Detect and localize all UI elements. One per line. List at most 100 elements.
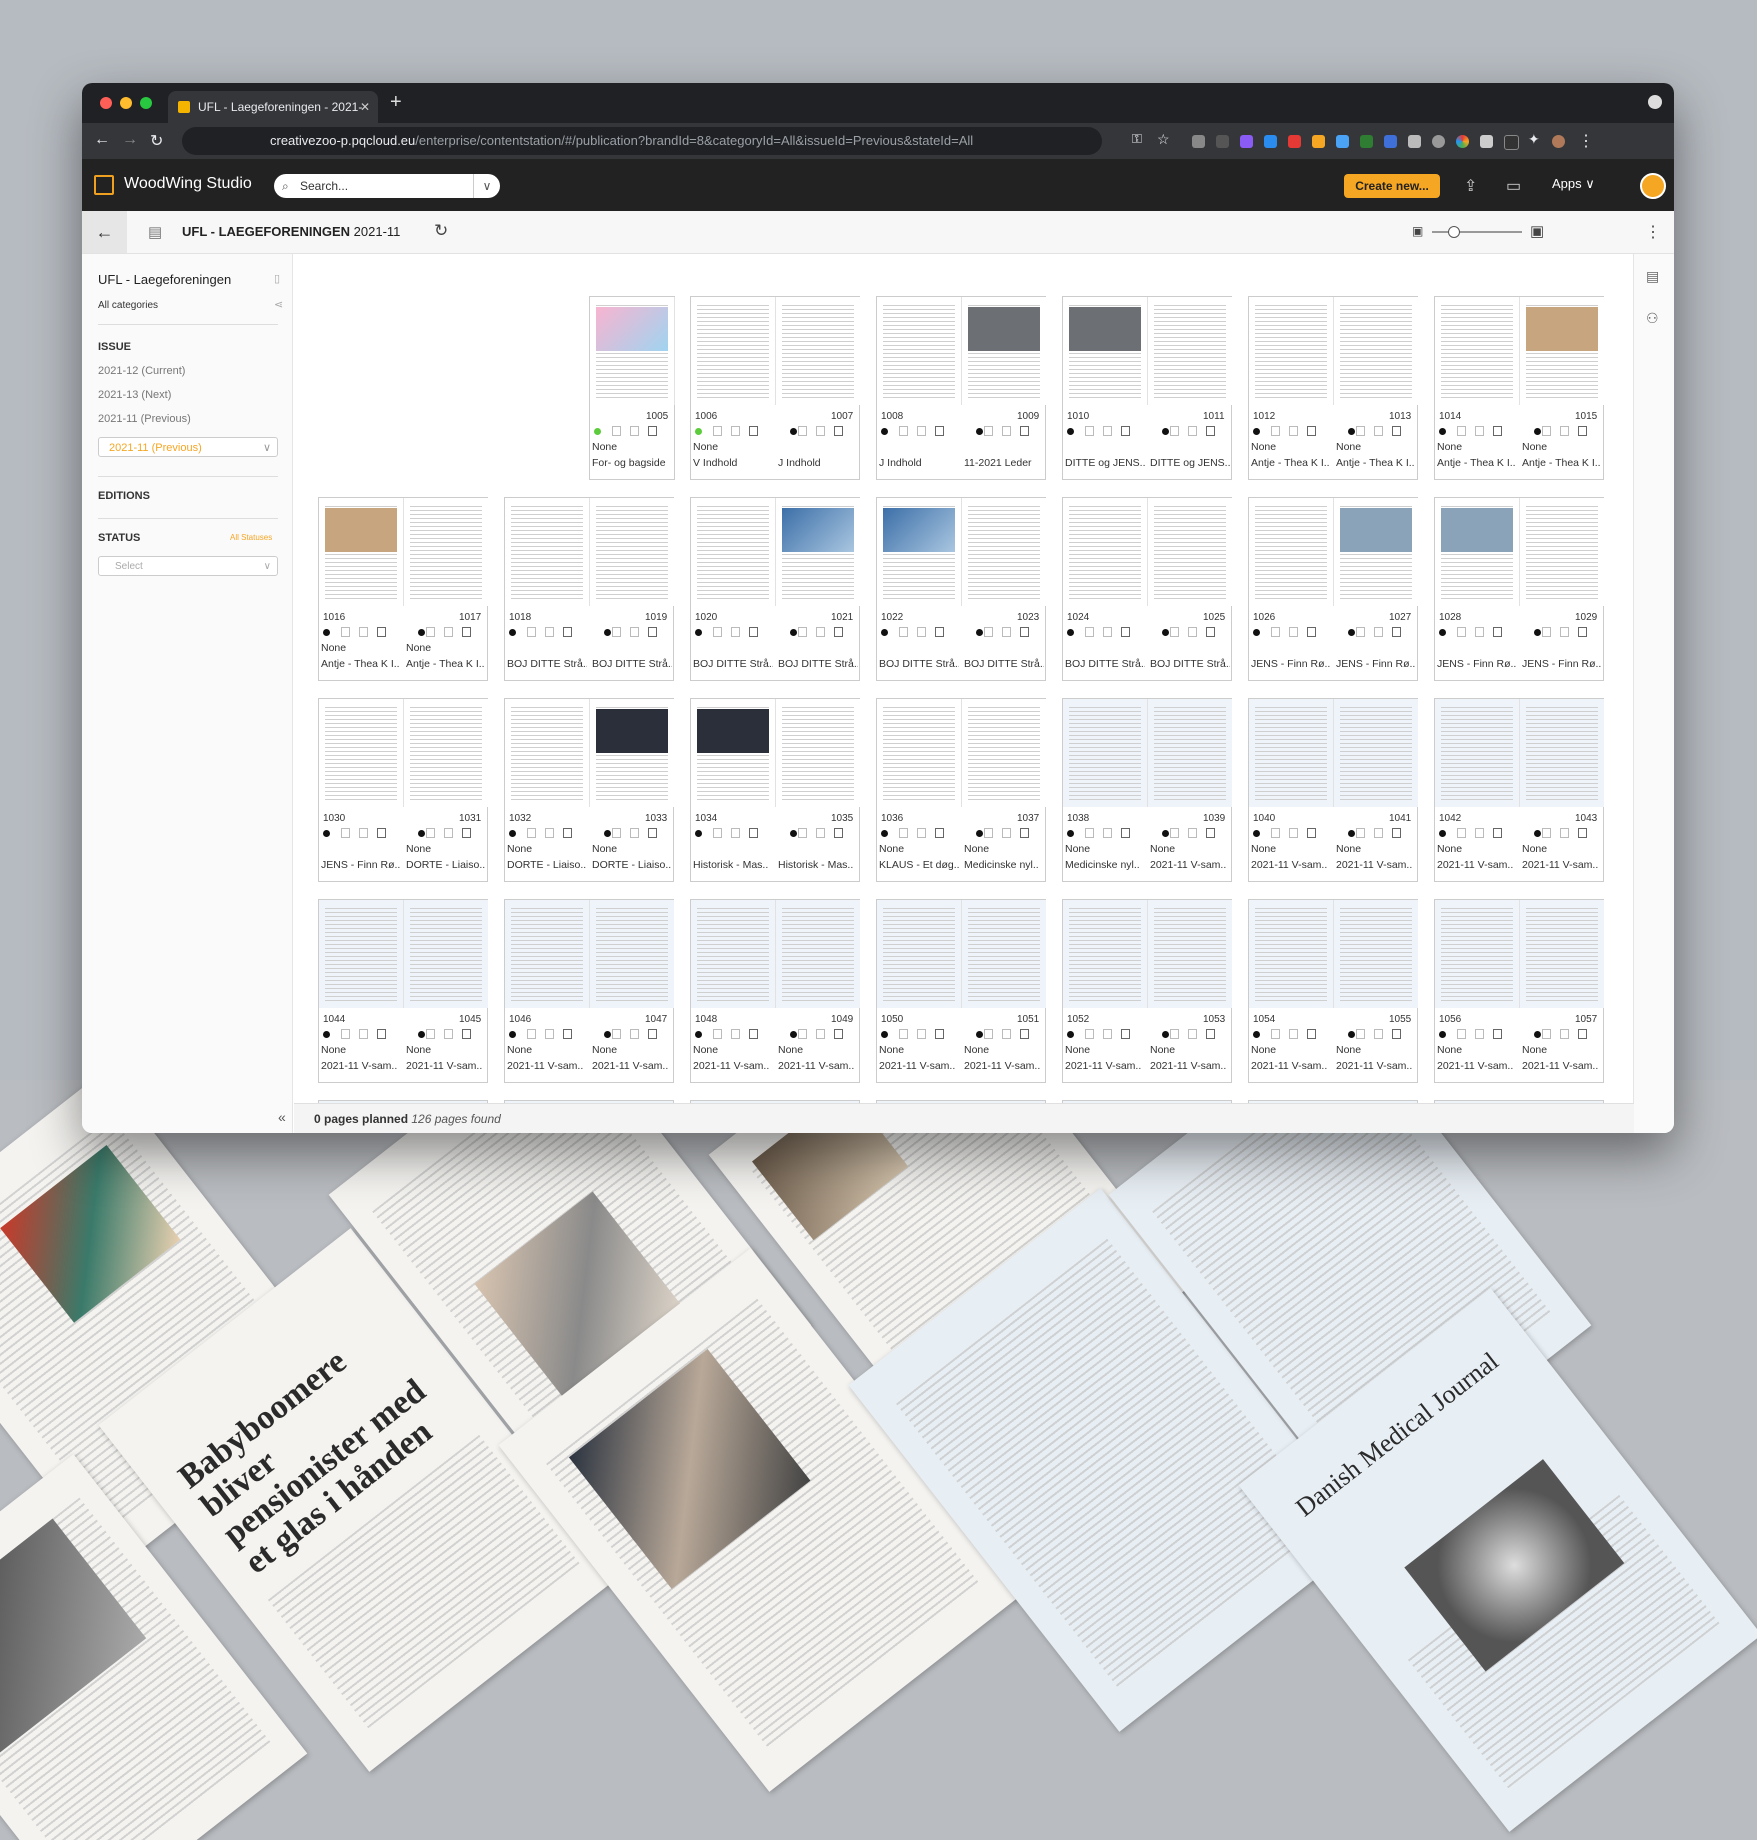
page-action-icon[interactable] [1188,1029,1197,1039]
page-action-icon[interactable] [1289,627,1298,637]
page-thumbnail[interactable] [877,297,962,405]
page-action-icon[interactable] [1356,627,1365,637]
page-action-icon[interactable] [1457,426,1466,436]
page-thumbnail[interactable] [776,900,860,1008]
page-thumbnail[interactable] [962,900,1046,1008]
issue-select[interactable]: 2021-11 (Previous) ∨ [98,437,278,457]
page-action-icon[interactable] [899,627,908,637]
pdf-icon[interactable] [834,426,843,436]
page-thumbnail[interactable] [1435,498,1520,606]
page-thumbnail[interactable] [1148,900,1232,1008]
pdf-icon[interactable] [1121,1029,1130,1039]
page-action-icon[interactable] [1356,828,1365,838]
page-thumbnail[interactable] [691,297,776,405]
page-thumbnail[interactable] [1148,498,1232,606]
reload-icon[interactable]: ↻ [150,131,163,151]
page-action-icon[interactable] [798,1029,807,1039]
page-action-icon[interactable] [612,627,621,637]
tab-close-icon[interactable]: ✕ [360,91,370,123]
url-field[interactable]: creativezoo-p.pqcloud.eu/enterprise/cont… [182,127,1102,155]
search-dropdown-icon[interactable]: ∨ [473,174,500,198]
page-thumbnail[interactable] [1334,900,1418,1008]
page-spread[interactable]: 1018 BOJ DITTE Strå.. 1019 BOJ DITTE Strå.. [504,497,674,681]
pdf-icon[interactable] [377,1029,386,1039]
pdf-icon[interactable] [834,828,843,838]
document-panel-icon[interactable]: ▤ [1646,268,1659,285]
page-thumbnail[interactable] [319,498,404,606]
workflow-icon[interactable]: ⚇ [1646,310,1659,327]
issue-option[interactable]: 2021-11 (Previous) [98,413,191,425]
page-thumbnail[interactable] [590,498,674,606]
page-action-icon[interactable] [798,426,807,436]
pdf-icon[interactable] [749,1029,758,1039]
pdf-icon[interactable] [462,627,471,637]
page-thumbnail[interactable] [590,297,675,405]
page-action-icon[interactable] [1085,426,1094,436]
page-thumbnail[interactable] [505,699,590,807]
pdf-icon[interactable] [935,828,944,838]
pdf-icon[interactable] [1493,828,1502,838]
page-action-icon[interactable] [545,828,554,838]
extension-icon[interactable] [1192,135,1205,148]
pdf-icon[interactable] [1020,426,1029,436]
inbox-icon[interactable]: ▭ [1506,176,1521,196]
page-thumbnail[interactable] [505,498,590,606]
page-spread[interactable]: 1054 None 2021-11 V-sam.. 1055 None 2021-11 V… [1248,899,1418,1083]
extension-icon[interactable] [1480,135,1493,148]
page-spread[interactable]: 1010 DITTE og JENS.. 1011 DITTE og JENS.. [1062,296,1232,480]
page-action-icon[interactable] [527,828,536,838]
extensions-puzzle-icon[interactable]: ✦ [1528,131,1540,148]
page-thumbnail[interactable] [1148,699,1232,807]
page-action-icon[interactable] [1103,627,1112,637]
page-action-icon[interactable] [731,627,740,637]
page-action-icon[interactable] [984,627,993,637]
page-action-icon[interactable] [1085,627,1094,637]
page-action-icon[interactable] [359,627,368,637]
close-window-button[interactable] [100,97,112,109]
page-action-icon[interactable] [798,828,807,838]
pdf-icon[interactable] [1493,1029,1502,1039]
page-action-icon[interactable] [984,1029,993,1039]
extension-icon[interactable] [1384,135,1397,148]
page-action-icon[interactable] [1560,426,1569,436]
pdf-icon[interactable] [935,426,944,436]
page-action-icon[interactable] [917,627,926,637]
page-thumbnail[interactable] [962,498,1046,606]
page-action-icon[interactable] [1475,828,1484,838]
upload-icon[interactable]: ⇪ [1464,176,1477,196]
pdf-icon[interactable] [1206,828,1215,838]
pdf-icon[interactable] [1392,627,1401,637]
page-thumbnail[interactable] [1435,900,1520,1008]
pdf-icon[interactable] [648,828,657,838]
extension-icon[interactable] [1288,135,1301,148]
page-spread[interactable]: 1014 None Antje - Thea K I.. 1015 None Antje … [1434,296,1604,480]
pdf-icon[interactable] [1307,1029,1316,1039]
page-thumbnail[interactable] [1334,297,1418,405]
pdf-icon[interactable] [1121,426,1130,436]
page-action-icon[interactable] [713,627,722,637]
page-spread[interactable]: 1028 JENS - Finn Rø.. 1029 JENS - Finn Rø.. [1434,497,1604,681]
page-thumbnail[interactable] [691,699,776,807]
pdf-icon[interactable] [1121,828,1130,838]
page-action-icon[interactable] [545,627,554,637]
page-action-icon[interactable] [612,828,621,838]
page-action-icon[interactable] [816,1029,825,1039]
pdf-icon[interactable] [1578,1029,1587,1039]
pdf-icon[interactable] [935,1029,944,1039]
page-action-icon[interactable] [612,1029,621,1039]
page-action-icon[interactable] [527,627,536,637]
page-thumbnail[interactable] [590,699,674,807]
collapse-sidebar-icon[interactable]: « [278,1109,286,1125]
page-thumbnail[interactable] [962,297,1046,405]
page-action-icon[interactable] [1103,828,1112,838]
pdf-icon[interactable] [462,828,471,838]
issue-option[interactable]: 2021-12 (Current) [98,365,185,377]
page-action-icon[interactable] [1170,426,1179,436]
page-spread[interactable]: 1012 None Antje - Thea K I.. 1013 None Antje … [1248,296,1418,480]
page-action-icon[interactable] [798,627,807,637]
page-thumbnail[interactable] [319,900,404,1008]
zoom-out-icon[interactable]: ▣ [1412,224,1423,238]
page-thumbnail[interactable] [1063,699,1148,807]
page-action-icon[interactable] [917,828,926,838]
page-spread[interactable]: 1044 None 2021-11 V-sam.. 1045 None 2021-11 V… [318,899,488,1083]
